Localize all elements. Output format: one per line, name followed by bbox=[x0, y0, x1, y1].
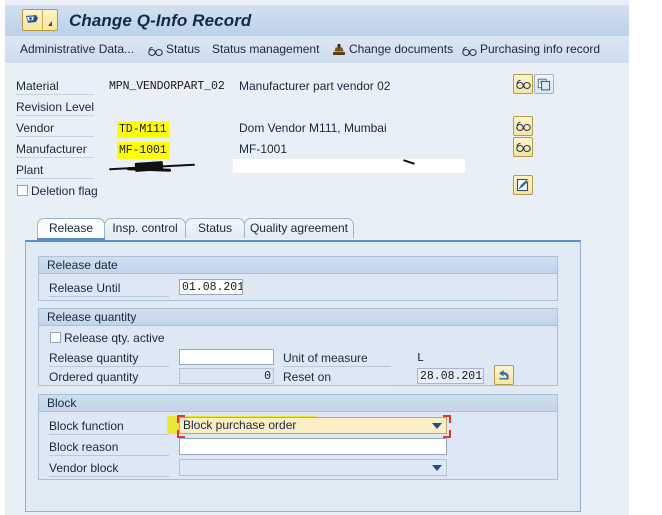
tab-label: Insp. control bbox=[112, 221, 178, 235]
deletion-flag-checkbox[interactable] bbox=[17, 185, 28, 196]
tab-label: Quality agreement bbox=[249, 221, 349, 235]
toolbar-item-status-management[interactable]: Status management bbox=[212, 40, 319, 59]
group-title-release-quantity: Release quantity bbox=[39, 309, 557, 326]
group-release-date: Release date Release Until 01.08.2015 bbox=[38, 256, 558, 301]
stamp-icon bbox=[332, 43, 346, 56]
tab-release[interactable]: Release bbox=[37, 218, 105, 241]
tab-quality-agreement[interactable]: Quality agreement bbox=[244, 218, 354, 238]
toolbar-item-change-documents[interactable]: Change documents bbox=[332, 40, 453, 59]
function-toolbar: Administrative Data... Status Status man… bbox=[5, 36, 629, 64]
block-reason-input[interactable] bbox=[179, 438, 447, 455]
glasses-icon[interactable] bbox=[513, 137, 533, 157]
field-label-block-reason: Block reason bbox=[49, 440, 169, 456]
copy-icon[interactable] bbox=[534, 74, 554, 94]
chevron-down-icon[interactable] bbox=[432, 465, 442, 471]
sap-application-window: Change Q-Info Record Administrative Data… bbox=[5, 0, 629, 515]
toolbar-item-label: Status bbox=[166, 42, 201, 56]
block-function-dropdown[interactable]: Block purchase order bbox=[179, 417, 447, 434]
deletion-flag-label: Deletion flag bbox=[31, 184, 98, 198]
reset-arrow-icon[interactable] bbox=[494, 365, 514, 385]
release-qty-active-label: Release qty. active bbox=[64, 331, 165, 345]
group-release-quantity: Release quantity Release qty. active Rel… bbox=[38, 308, 558, 386]
field-label-reset-on: Reset on bbox=[283, 370, 391, 386]
field-label-vendor-block: Vendor block bbox=[49, 461, 169, 477]
unit-of-measure-value: L bbox=[417, 352, 424, 365]
glasses-icon[interactable] bbox=[513, 74, 533, 94]
glasses-icon[interactable] bbox=[513, 116, 533, 136]
group-block: Block Block function Block purchase orde… bbox=[38, 394, 558, 480]
toolbar-item-administrative-data[interactable]: Administrative Data... bbox=[20, 40, 134, 59]
toolbar-item-label: Administrative Data... bbox=[20, 42, 135, 56]
field-label-release-quantity: Release quantity bbox=[49, 351, 169, 367]
field-description-material: Manufacturer part vendor 02 bbox=[239, 79, 391, 93]
sap-logo-icon bbox=[23, 10, 42, 30]
reset-on-value: 28.08.2014 bbox=[417, 368, 484, 384]
field-label-manufacturer: Manufacturer bbox=[16, 142, 94, 158]
tab-label: Status bbox=[197, 221, 233, 235]
release-qty-active-checkbox[interactable] bbox=[50, 332, 61, 343]
field-description-vendor: Dom Vendor M111, Mumbai bbox=[239, 121, 387, 135]
release-tab-panel: Release date Release Until 01.08.2015 Re… bbox=[25, 240, 581, 512]
toolbar-item-purchasing-info-record[interactable]: Purchasing info record bbox=[462, 40, 600, 59]
tab-status[interactable]: Status bbox=[185, 218, 245, 238]
ordered-quantity-value: 0 bbox=[179, 368, 274, 384]
field-value-material: MPN_VENDORPART_02 bbox=[109, 80, 225, 93]
glasses-icon bbox=[462, 44, 477, 57]
toolbar-item-status[interactable]: Status bbox=[148, 40, 200, 59]
redaction-scribble-plant-value bbox=[109, 159, 195, 175]
field-value-manufacturer: MF-1001 bbox=[117, 142, 170, 159]
field-description-manufacturer: MF-1001 bbox=[239, 142, 288, 156]
system-menu-button[interactable] bbox=[22, 9, 58, 31]
field-label-vendor: Vendor bbox=[16, 121, 94, 137]
toolbar-item-label: Purchasing info record bbox=[480, 42, 601, 56]
field-label-material: Material bbox=[16, 79, 94, 95]
tab-strip: Release Insp. control Status Quality agr… bbox=[25, 218, 581, 241]
field-label-block-function: Block function bbox=[49, 419, 169, 435]
redaction-scribble-plant-description bbox=[233, 159, 465, 173]
tab-insp-control[interactable]: Insp. control bbox=[104, 218, 186, 238]
field-label-release-until: Release Until bbox=[49, 281, 169, 297]
toolbar-item-label: Change documents bbox=[349, 42, 454, 56]
edit-pencil-icon[interactable] bbox=[513, 175, 533, 195]
field-label-unit-of-measure: Unit of measure bbox=[283, 351, 391, 367]
release-until-input[interactable]: 01.08.2015 bbox=[179, 279, 243, 295]
field-label-ordered-quantity: Ordered quantity bbox=[49, 370, 169, 386]
toolbar-item-label: Status management bbox=[212, 42, 320, 56]
field-value-vendor: TD-M111 bbox=[117, 121, 170, 138]
group-title-block: Block bbox=[39, 395, 557, 412]
release-quantity-input[interactable] bbox=[179, 349, 274, 365]
vendor-block-dropdown[interactable] bbox=[179, 459, 447, 476]
page-title: Change Q-Info Record bbox=[69, 11, 252, 30]
tab-label: Release bbox=[48, 221, 94, 235]
title-bar: Change Q-Info Record bbox=[5, 5, 629, 37]
glasses-icon bbox=[148, 44, 163, 57]
chevron-down-icon[interactable] bbox=[432, 423, 442, 429]
header-data-section: Material MPN_VENDORPART_02 Manufacturer … bbox=[5, 63, 629, 200]
chevron-down-icon[interactable] bbox=[43, 10, 57, 30]
field-label-revision-level: Revision Level bbox=[16, 100, 95, 116]
block-function-value: Block purchase order bbox=[183, 418, 297, 432]
field-label-plant: Plant bbox=[16, 163, 94, 179]
group-title-release-date: Release date bbox=[39, 257, 557, 274]
